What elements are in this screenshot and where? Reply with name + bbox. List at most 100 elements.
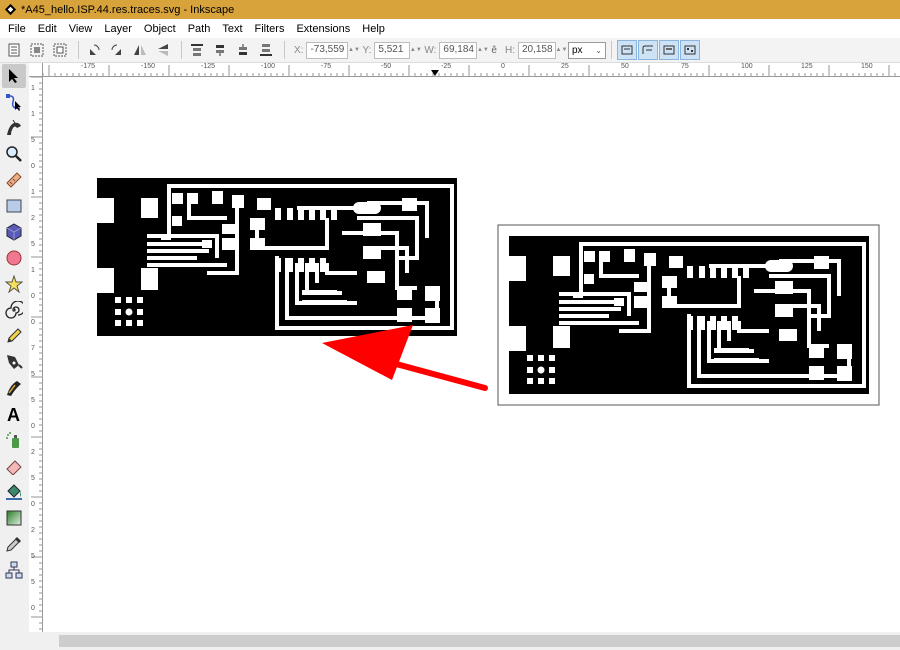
- x-spin-arrows[interactable]: ▲▼: [348, 42, 360, 59]
- tool-selector[interactable]: [2, 64, 26, 88]
- lower-button[interactable]: [233, 40, 253, 60]
- deselect-button[interactable]: [50, 40, 70, 60]
- h-ruler-label: 125: [801, 63, 813, 70]
- horizontal-scrollbar-thumb[interactable]: [59, 635, 900, 647]
- pcb-reference-frame[interactable]: [497, 224, 880, 406]
- tweak-tool-icon: [7, 119, 21, 135]
- lower-to-bottom-icon: [260, 44, 272, 56]
- h-spin-arrows[interactable]: ▲▼: [556, 42, 568, 59]
- tool-zoom[interactable]: [2, 142, 26, 166]
- tool-controls-bar: X: -73,559 ▲▼ Y: 5,521 ▲▼ W: 69,184 ▲▼ ê…: [0, 38, 900, 63]
- toolbar-separator: [181, 41, 182, 59]
- star-tool-icon: [5, 275, 23, 293]
- y-spin-arrows[interactable]: ▲▼: [410, 42, 422, 59]
- tool-spiral[interactable]: [2, 298, 26, 322]
- x-field[interactable]: -73,559: [306, 41, 349, 59]
- tool-gradient[interactable]: [2, 506, 26, 530]
- horizontal-scrollbar[interactable]: [43, 632, 900, 650]
- menu-edit[interactable]: Edit: [32, 23, 63, 35]
- ruler-cursor-marker: [431, 70, 439, 76]
- vertical-ruler[interactable]: 1 1 5 0 1 2 5 1 0 0 7 5 5 0 2 5 0 2 5 5 0: [29, 77, 43, 632]
- toolbar-separator: [78, 41, 79, 59]
- tool-text[interactable]: A: [2, 402, 26, 426]
- menu-extensions[interactable]: Extensions: [290, 23, 356, 35]
- menu-layer[interactable]: Layer: [98, 23, 138, 35]
- h-ruler-label: -50: [381, 63, 392, 70]
- pcb-traces-left[interactable]: [97, 178, 457, 336]
- h-ruler-label: 75: [681, 63, 689, 70]
- h-ruler-label: -150: [141, 63, 156, 70]
- raise-to-top-button[interactable]: [187, 40, 207, 60]
- rotate-cw-button[interactable]: [107, 40, 127, 60]
- v-ruler-label: 0: [31, 605, 35, 612]
- menu-filters[interactable]: Filters: [249, 23, 291, 35]
- drawing-canvas[interactable]: [43, 77, 900, 632]
- flip-horizontal-button[interactable]: [130, 40, 150, 60]
- select-all-layers-button[interactable]: [27, 40, 47, 60]
- flip-vertical-button[interactable]: [153, 40, 173, 60]
- lower-icon: [239, 44, 247, 55]
- v-ruler-label: 5: [31, 137, 35, 144]
- raise-button[interactable]: [210, 40, 230, 60]
- tool-pen[interactable]: [2, 350, 26, 374]
- select-all-layers-icon: [30, 43, 44, 57]
- tool-calligraphy[interactable]: [2, 376, 26, 400]
- menu-help[interactable]: Help: [356, 23, 391, 35]
- raise-icon: [216, 45, 224, 56]
- unit-select[interactable]: px ⌄: [567, 41, 606, 59]
- tool-3d-box[interactable]: [2, 220, 26, 244]
- tool-paint-bucket[interactable]: [2, 480, 26, 504]
- scale-corners-icon: [642, 45, 653, 54]
- spiral-tool-icon: [5, 301, 23, 319]
- lower-to-bottom-button[interactable]: [256, 40, 276, 60]
- 3d-box-tool-icon: [6, 223, 22, 241]
- tool-eraser[interactable]: [2, 454, 26, 478]
- menu-path[interactable]: Path: [182, 23, 217, 35]
- inkscape-logo-icon: [4, 3, 17, 16]
- h-field[interactable]: 20,158: [517, 41, 556, 59]
- pcb-traces-right: [509, 236, 869, 394]
- v-ruler-label: 5: [31, 371, 35, 378]
- menu-text[interactable]: Text: [216, 23, 248, 35]
- x-label: X:: [294, 44, 304, 56]
- tool-tweak[interactable]: [2, 116, 26, 140]
- v-ruler-label: 1: [31, 85, 35, 92]
- tool-connector[interactable]: [2, 558, 26, 582]
- w-spin-arrows[interactable]: ▲▼: [477, 42, 489, 59]
- selector-tool-icon: [9, 69, 18, 83]
- y-field[interactable]: 5,521: [374, 41, 411, 59]
- menu-object[interactable]: Object: [138, 23, 182, 35]
- vertical-ruler-ticks: [31, 77, 42, 630]
- transform-patterns-button[interactable]: [679, 40, 700, 60]
- tool-node[interactable]: [2, 90, 26, 114]
- tool-star[interactable]: [2, 272, 26, 296]
- chevron-down-icon: ⌄: [595, 45, 602, 55]
- paint-bucket-tool-icon: [6, 484, 22, 500]
- select-all-button[interactable]: [4, 40, 24, 60]
- menu-view[interactable]: View: [63, 23, 99, 35]
- dropper-tool-icon: [6, 537, 21, 552]
- tool-pencil[interactable]: [2, 324, 26, 348]
- v-ruler-label: 7: [31, 345, 35, 352]
- eraser-tool-icon: [6, 460, 22, 475]
- tool-ellipse[interactable]: [2, 246, 26, 270]
- tool-dropper[interactable]: [2, 532, 26, 556]
- lock-proportions-icon[interactable]: ê: [491, 45, 497, 56]
- pen-tool-icon: [7, 355, 23, 369]
- rotate-ccw-button[interactable]: [84, 40, 104, 60]
- w-field[interactable]: 69,184: [439, 41, 478, 59]
- rectangle-tool-icon: [6, 199, 22, 213]
- tool-measure[interactable]: [2, 168, 26, 192]
- transform-gradients-button[interactable]: [658, 40, 679, 60]
- tool-spray[interactable]: [2, 428, 26, 452]
- scale-stroke-button[interactable]: [616, 40, 637, 60]
- v-ruler-label: 5: [31, 397, 35, 404]
- v-ruler-label: 0: [31, 501, 35, 508]
- gradient-tool-icon: [6, 510, 22, 526]
- v-ruler-label: 0: [31, 423, 35, 430]
- scale-corners-button[interactable]: [637, 40, 658, 60]
- pencil-tool-icon: [7, 328, 22, 343]
- tool-rectangle[interactable]: [2, 194, 26, 218]
- horizontal-ruler[interactable]: -175 -150 -125 -100 -75 -50 -25 0 25 50 75 100 125 15…: [43, 63, 900, 77]
- menu-file[interactable]: File: [2, 23, 32, 35]
